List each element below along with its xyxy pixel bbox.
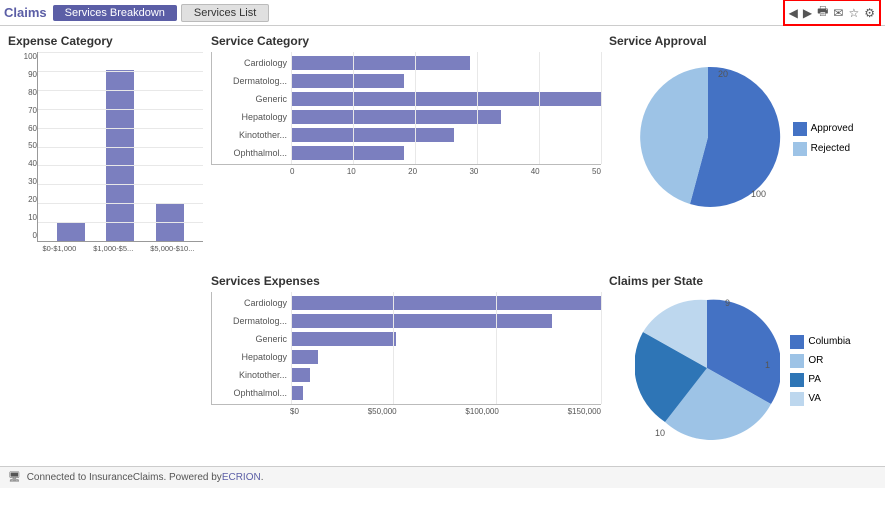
hbar-label: Ophthalmol...: [212, 148, 291, 158]
x-label: 50: [592, 167, 601, 176]
tab-services-list[interactable]: Services List: [181, 4, 269, 22]
hbar-label: Kinotother...: [212, 370, 291, 380]
forward-icon[interactable]: ▶: [803, 6, 812, 20]
monitor-icon: 🖥: [8, 472, 21, 483]
legend-label: PA: [808, 374, 821, 385]
x-label: $0-$1,000: [42, 244, 76, 253]
legend-label: Rejected: [811, 143, 850, 154]
hbar-label: Dermatolog...: [212, 76, 291, 86]
svg-text:100: 100: [751, 189, 766, 199]
hbar-label: Cardiology: [212, 298, 291, 308]
status-suffix: .: [261, 472, 264, 483]
svg-text:20: 20: [718, 69, 728, 79]
hbar-label: Kinotother...: [212, 130, 291, 140]
bar-item: [156, 203, 184, 241]
status-text: Connected to InsuranceClaims. Powered by: [27, 472, 222, 483]
claims-title: Claims: [4, 5, 47, 20]
back-icon[interactable]: ◀: [789, 6, 798, 20]
legend-label: VA: [808, 393, 821, 404]
legend-label: Columbia: [808, 336, 850, 347]
y-label: 40: [12, 159, 37, 168]
services-expenses-title: Services Expenses: [211, 274, 601, 288]
svg-text:9: 9: [725, 298, 730, 308]
x-label: 30: [469, 167, 478, 176]
y-label: 80: [12, 88, 37, 97]
services-expenses-section: Services Expenses Cardiology Dermatolog.…: [211, 274, 601, 488]
x-label: $150,000: [568, 407, 601, 416]
status-bar: 🖥 Connected to InsuranceClaims. Powered …: [0, 466, 885, 488]
y-label: 90: [12, 70, 37, 79]
hbar-label: Cardiology: [212, 58, 291, 68]
x-label: $5,000-$10...: [150, 244, 194, 253]
x-label: $1,000-$5...: [93, 244, 133, 253]
x-label: 0: [290, 167, 294, 176]
toolbar-icons: ◀ ▶ 🖶 ✉ ☆ ⚙: [783, 0, 881, 26]
legend-item-rejected: Rejected: [793, 142, 854, 156]
hbar-label: Dermatolog...: [212, 316, 291, 326]
expense-category-title: Expense Category: [8, 34, 203, 48]
tab-services-breakdown[interactable]: Services Breakdown: [53, 5, 177, 21]
legend-label: OR: [808, 355, 823, 366]
x-label: 40: [531, 167, 540, 176]
service-approval-section: Service Approval 20 100: [609, 34, 877, 274]
hbar-label: Hepatology: [212, 352, 291, 362]
y-label: 20: [12, 195, 37, 204]
y-label: 60: [12, 124, 37, 133]
legend-label: Approved: [811, 123, 854, 134]
service-category-section: Service Category Cardiology Derma: [211, 34, 601, 274]
service-category-title: Service Category: [211, 34, 601, 48]
expense-category-section: Expense Category 100 90 80 70 60 50 40 3…: [8, 34, 203, 274]
legend-item-columbia: Columbia: [790, 335, 850, 349]
row2-col1-empty: [8, 274, 203, 488]
y-label: 70: [12, 106, 37, 115]
hbar-label: Generic: [212, 334, 291, 344]
claims-per-state-section: Claims per State 9 1 10: [609, 274, 877, 488]
y-label: 100: [12, 52, 37, 61]
hbar-label: Hepatology: [212, 112, 291, 122]
x-label: $50,000: [368, 407, 397, 416]
claims-per-state-pie: 9 1 10: [635, 296, 780, 441]
star-icon[interactable]: ☆: [848, 6, 859, 20]
claims-per-state-title: Claims per State: [609, 274, 877, 288]
ecrion-link[interactable]: ECRION: [222, 472, 261, 483]
service-approval-pie: 20 100: [633, 62, 783, 212]
y-label: 0: [12, 231, 37, 240]
y-label: 10: [12, 213, 37, 222]
legend-item-approved: Approved: [793, 122, 854, 136]
hbar-label: Generic: [212, 94, 291, 104]
svg-text:10: 10: [655, 428, 665, 438]
y-label: 30: [12, 177, 37, 186]
service-approval-title: Service Approval: [609, 34, 877, 48]
svg-text:1: 1: [765, 360, 770, 370]
bar-item: [106, 70, 134, 241]
x-label: $0: [290, 407, 299, 416]
hbar-label: Ophthalmol...: [212, 388, 291, 398]
bar-item: [57, 222, 85, 241]
email-icon[interactable]: ✉: [833, 6, 843, 20]
legend-item-or: OR: [790, 354, 850, 368]
y-label: 50: [12, 141, 37, 150]
x-label: 20: [408, 167, 417, 176]
settings-icon[interactable]: ⚙: [864, 6, 875, 20]
x-label: $100,000: [465, 407, 498, 416]
print-icon[interactable]: 🖶: [817, 2, 828, 23]
legend-item-va: VA: [790, 392, 850, 406]
x-label: 10: [347, 167, 356, 176]
legend-item-pa: PA: [790, 373, 850, 387]
